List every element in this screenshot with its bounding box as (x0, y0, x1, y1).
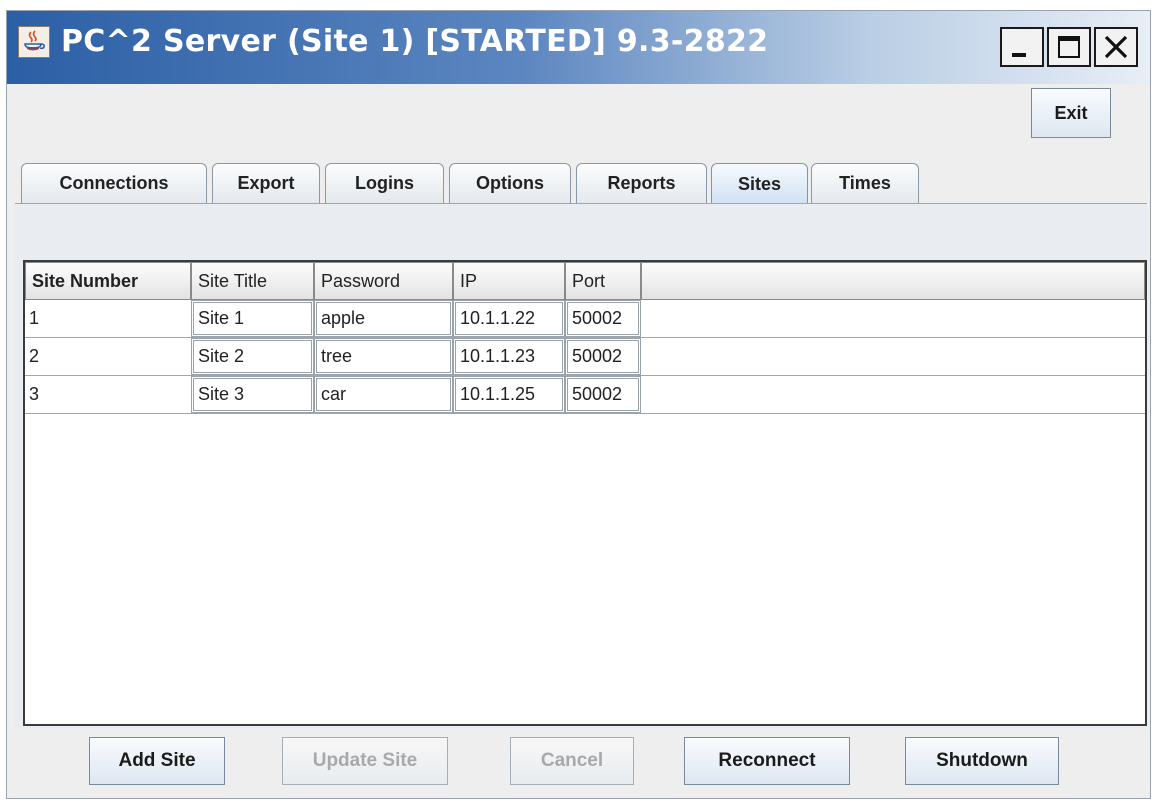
ip-cell[interactable]: 10.1.1.25 (453, 376, 565, 413)
minimize-button[interactable] (1000, 27, 1044, 67)
table-row[interactable]: 2 Site 2 tree 10.1.1.23 50002 (25, 338, 1145, 376)
site-number-cell[interactable]: 1 (25, 300, 191, 337)
cancel-button[interactable]: Cancel (510, 737, 634, 785)
tab-sites[interactable]: Sites (711, 163, 808, 205)
close-icon (1104, 35, 1128, 59)
port-cell[interactable]: 50002 (565, 300, 641, 337)
tab-logins[interactable]: Logins (325, 163, 444, 203)
table-row[interactable]: 1 Site 1 apple 10.1.1.22 50002 (25, 300, 1145, 338)
site-title-cell[interactable]: Site 3 (191, 376, 314, 413)
password-cell[interactable]: car (314, 376, 453, 413)
maximize-icon (1058, 36, 1080, 58)
site-title-cell[interactable]: Site 2 (191, 338, 314, 375)
app-window: PC^2 Server (Site 1) [STARTED] 9.3-2822 … (6, 10, 1151, 799)
tab-times[interactable]: Times (811, 163, 919, 203)
empty-cell (641, 338, 1145, 375)
column-header-empty (641, 262, 1145, 300)
column-header-port[interactable]: Port (565, 262, 641, 300)
tab-connections[interactable]: Connections (21, 163, 207, 203)
tab-export[interactable]: Export (212, 163, 320, 203)
empty-cell (641, 376, 1145, 413)
table-row[interactable]: 3 Site 3 car 10.1.1.25 50002 (25, 376, 1145, 414)
close-button[interactable] (1094, 27, 1138, 67)
table-header: Site Number Site Title Password IP Port (25, 262, 1145, 300)
window-title: PC^2 Server (Site 1) [STARTED] 9.3-2822 (61, 24, 769, 59)
column-header-ip[interactable]: IP (453, 262, 565, 300)
tab-options[interactable]: Options (449, 163, 571, 203)
update-site-button[interactable]: Update Site (282, 737, 448, 785)
site-number-cell[interactable]: 3 (25, 376, 191, 413)
sites-table[interactable]: Site Number Site Title Password IP Port … (23, 260, 1147, 726)
java-coffee-cup-icon (18, 26, 50, 58)
port-cell[interactable]: 50002 (565, 338, 641, 375)
title-bar[interactable]: PC^2 Server (Site 1) [STARTED] 9.3-2822 (7, 11, 1150, 84)
shutdown-button[interactable]: Shutdown (905, 737, 1059, 785)
column-header-password[interactable]: Password (314, 262, 453, 300)
column-header-site-number[interactable]: Site Number (25, 262, 191, 300)
tab-reports[interactable]: Reports (576, 163, 707, 203)
column-header-site-title[interactable]: Site Title (191, 262, 314, 300)
port-cell[interactable]: 50002 (565, 376, 641, 413)
minimize-icon (1012, 53, 1026, 57)
exit-button[interactable]: Exit (1031, 88, 1111, 138)
site-number-cell[interactable]: 2 (25, 338, 191, 375)
ip-cell[interactable]: 10.1.1.22 (453, 300, 565, 337)
ip-cell[interactable]: 10.1.1.23 (453, 338, 565, 375)
site-title-cell[interactable]: Site 1 (191, 300, 314, 337)
empty-cell (641, 300, 1145, 337)
password-cell[interactable]: apple (314, 300, 453, 337)
maximize-button[interactable] (1047, 27, 1091, 67)
password-cell[interactable]: tree (314, 338, 453, 375)
reconnect-button[interactable]: Reconnect (684, 737, 850, 785)
add-site-button[interactable]: Add Site (89, 737, 225, 785)
